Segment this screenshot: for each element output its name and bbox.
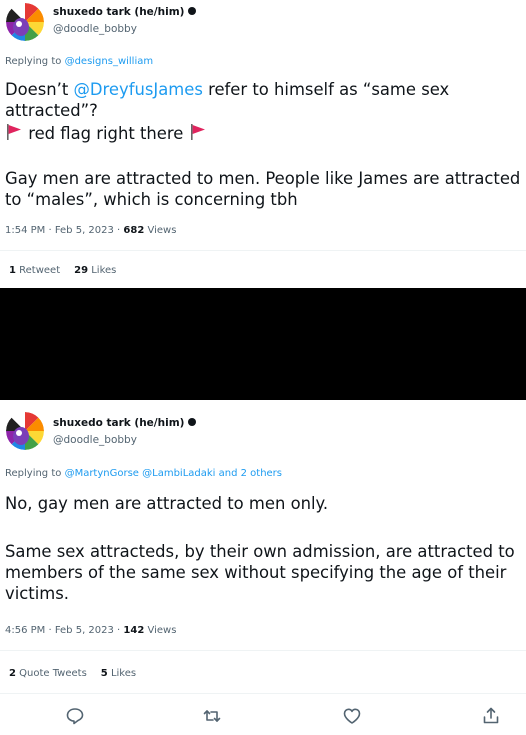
tweet-1: shuxedo tark (he/him) @doodle_bobby Repl… — [0, 0, 526, 288]
divider-line — [0, 693, 526, 694]
dot-icon — [188, 7, 197, 15]
author-handle[interactable]: @doodle_bobby — [53, 434, 137, 446]
author-name-text: shuxedo tark (he/him) — [53, 417, 185, 429]
text-segment: red flag right there — [23, 124, 189, 143]
retweet-icon[interactable] — [201, 705, 223, 727]
author-name[interactable]: shuxedo tark (he/him) — [53, 417, 197, 429]
avatar[interactable] — [6, 412, 44, 450]
quote-tweets-stat[interactable]: 2 Quote Tweets — [9, 668, 87, 679]
like-icon[interactable] — [341, 705, 363, 727]
replying-to-link[interactable]: @designs_william — [65, 56, 154, 67]
replying-prefix: Replying to — [5, 56, 65, 67]
tweet-timestamp[interactable]: 4:56 PM · Feb 5, 2023 · 142 Views — [5, 625, 176, 636]
retweet-stat[interactable]: 1 Retweet — [9, 265, 60, 276]
tweet-text-line-2: Same sex attracteds, by their own admiss… — [5, 542, 515, 603]
views-label: Views — [144, 625, 177, 636]
action-bar — [0, 705, 526, 727]
engagement-stats: 2 Quote Tweets 5 Likes — [9, 668, 136, 679]
redacted-bar — [0, 288, 526, 400]
red-flag-icon — [190, 124, 205, 140]
text-segment: Doesn’t — [5, 80, 74, 99]
avatar[interactable] — [6, 3, 44, 41]
likes-stat[interactable]: 5 Likes — [101, 668, 136, 679]
timestamp-text: 4:56 PM · Feb 5, 2023 · — [5, 625, 124, 636]
author-name[interactable]: shuxedo tark (he/him) — [53, 6, 197, 18]
engagement-stats: 1 Retweet 29 Likes — [9, 265, 116, 276]
retweet-label: Retweet — [15, 265, 61, 276]
replying-to: Replying to @designs_william — [5, 56, 153, 67]
tweet-2: shuxedo tark (he/him) @doodle_bobby Repl… — [0, 400, 526, 735]
author-handle[interactable]: @doodle_bobby — [53, 23, 137, 35]
tweet-text-line-2: red flag right there — [5, 123, 521, 144]
view-count: 142 — [123, 625, 145, 636]
likes-count: 5 — [100, 668, 108, 679]
tweet-text-line-1: Doesn’t @DreyfusJames refer to himself a… — [5, 79, 521, 121]
tweet-text-line-3: Gay men are attracted to men. People lik… — [5, 169, 521, 209]
red-flag-icon — [7, 124, 21, 140]
reply-icon[interactable] — [64, 705, 86, 727]
replying-prefix: Replying to — [5, 468, 65, 479]
tweet-text-line-1: No, gay men are attracted to men only. — [5, 494, 329, 513]
author-name-text: shuxedo tark (he/him) — [53, 6, 185, 18]
likes-stat[interactable]: 29 Likes — [74, 265, 116, 276]
views-label: Views — [144, 225, 177, 236]
divider-line — [0, 250, 526, 251]
quote-tweets-label: Quote Tweets — [15, 668, 87, 679]
replying-to-link[interactable]: @MartynGorse @LambiLadaki and 2 others — [65, 468, 282, 479]
retweet-count: 1 — [9, 265, 16, 276]
quote-tweets-count: 2 — [9, 668, 16, 679]
timestamp-text: 1:54 PM · Feb 5, 2023 · — [5, 225, 124, 236]
view-count: 682 — [123, 225, 145, 236]
likes-count: 29 — [74, 265, 89, 276]
likes-label: Likes — [88, 265, 117, 276]
divider-line — [0, 650, 526, 651]
mention-link[interactable]: @DreyfusJames — [74, 80, 203, 99]
share-icon[interactable] — [480, 705, 502, 727]
likes-label: Likes — [107, 668, 137, 679]
dot-icon — [188, 418, 197, 426]
tweet-timestamp[interactable]: 1:54 PM · Feb 5, 2023 · 682 Views — [5, 225, 176, 236]
replying-to: Replying to @MartynGorse @LambiLadaki an… — [5, 468, 282, 479]
